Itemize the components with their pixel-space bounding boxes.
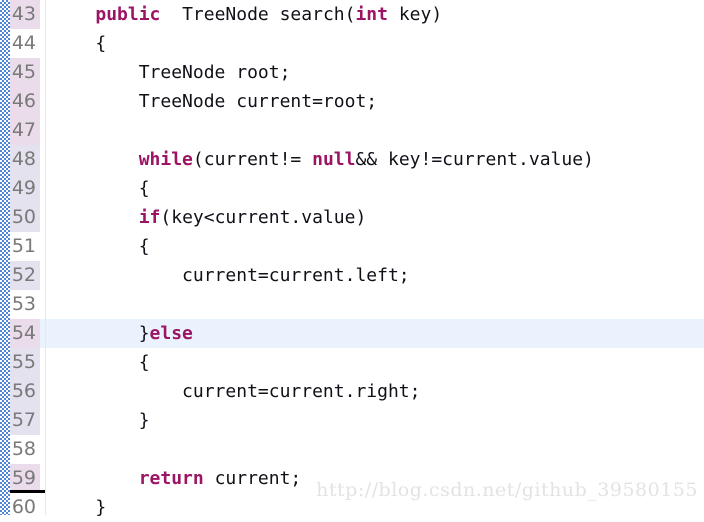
keyword-token: while: [138, 149, 193, 170]
code-text[interactable]: }else: [40, 319, 704, 348]
code-text[interactable]: current=current.right;: [40, 377, 704, 406]
line-number: 52: [11, 264, 36, 286]
code-text[interactable]: TreeNode root;: [40, 58, 704, 87]
fold-separator-rule: [10, 490, 45, 493]
code-token: }: [138, 410, 150, 431]
line-number: 51: [11, 235, 36, 257]
code-line[interactable]: 43 public TreeNode search(int key): [0, 0, 704, 29]
gutter-separator: [45, 0, 46, 515]
line-number: 53: [11, 293, 36, 315]
keyword-token: else: [149, 323, 193, 344]
line-number: 56: [11, 380, 36, 402]
code-line[interactable]: 44 {: [0, 29, 704, 58]
code-token: key): [387, 4, 443, 25]
code-line[interactable]: 56 current=current.right;: [0, 377, 704, 406]
code-token: current=current.left;: [182, 265, 410, 286]
code-line[interactable]: 57 }: [0, 406, 704, 435]
code-token: {: [138, 352, 150, 373]
line-number: 59: [11, 467, 36, 489]
keyword-token: return: [138, 468, 204, 489]
code-line[interactable]: 48 while(current!= null&& key!=current.v…: [0, 145, 704, 174]
code-line[interactable]: 55 {: [0, 348, 704, 377]
code-line[interactable]: 53: [0, 290, 704, 319]
line-number: 45: [11, 61, 36, 83]
code-token: {: [138, 236, 150, 257]
line-number: 49: [11, 177, 36, 199]
code-token: TreeNode current=root;: [138, 91, 378, 112]
code-line[interactable]: 49 {: [0, 174, 704, 203]
code-token: {: [95, 33, 107, 54]
line-number: 54: [11, 322, 36, 344]
code-token: (current!=: [192, 149, 313, 170]
code-line[interactable]: 47: [0, 116, 704, 145]
code-text[interactable]: {: [40, 232, 704, 261]
line-number: 58: [11, 438, 36, 460]
line-number: 44: [11, 32, 36, 54]
code-text[interactable]: [40, 435, 704, 464]
code-text[interactable]: public TreeNode search(int key): [40, 0, 704, 29]
code-line[interactable]: 50 if(key<current.value): [0, 203, 704, 232]
line-number: 48: [11, 148, 36, 170]
line-number: 46: [11, 90, 36, 112]
code-text[interactable]: [40, 116, 704, 145]
change-bar-strip[interactable]: [0, 0, 10, 515]
line-number: 43: [11, 3, 36, 25]
code-token: TreeNode search(: [160, 4, 356, 25]
code-line[interactable]: 46 TreeNode current=root;: [0, 87, 704, 116]
keyword-token: if: [138, 207, 161, 228]
code-token: }: [138, 323, 150, 344]
code-text[interactable]: {: [40, 348, 704, 377]
line-number: 47: [11, 119, 36, 141]
code-text[interactable]: {: [40, 29, 704, 58]
code-text[interactable]: TreeNode current=root;: [40, 87, 704, 116]
code-text[interactable]: current=current.left;: [40, 261, 704, 290]
line-number: 55: [11, 351, 36, 373]
code-token: {: [138, 178, 150, 199]
keyword-token: public: [95, 4, 161, 25]
code-text[interactable]: while(current!= null&& key!=current.valu…: [40, 145, 704, 174]
line-number: 50: [11, 206, 36, 228]
code-text[interactable]: {: [40, 174, 704, 203]
watermark-text: http://blog.csdn.net/github_39580155: [316, 479, 698, 501]
code-text[interactable]: if(key<current.value): [40, 203, 704, 232]
code-line[interactable]: 58: [0, 435, 704, 464]
code-text[interactable]: [40, 290, 704, 319]
code-text[interactable]: }: [40, 406, 704, 435]
code-token: (key<current.value): [160, 207, 367, 228]
code-token: current;: [203, 468, 302, 489]
code-token: TreeNode root;: [138, 62, 291, 83]
code-line-list: 43 public TreeNode search(int key) 44 {45…: [0, 0, 704, 522]
code-line[interactable]: 45 TreeNode root;: [0, 58, 704, 87]
code-line[interactable]: 54 }else: [0, 319, 704, 348]
keyword-token: int: [355, 4, 388, 25]
line-number: 60: [11, 496, 36, 518]
line-number: 57: [11, 409, 36, 431]
code-line[interactable]: 51 {: [0, 232, 704, 261]
code-line[interactable]: 52 current=current.left;: [0, 261, 704, 290]
keyword-token: null: [312, 149, 356, 170]
code-editor[interactable]: 43 public TreeNode search(int key) 44 {45…: [0, 0, 704, 522]
code-token: && key!=current.value): [355, 149, 594, 170]
code-token: current=current.right;: [182, 381, 421, 402]
